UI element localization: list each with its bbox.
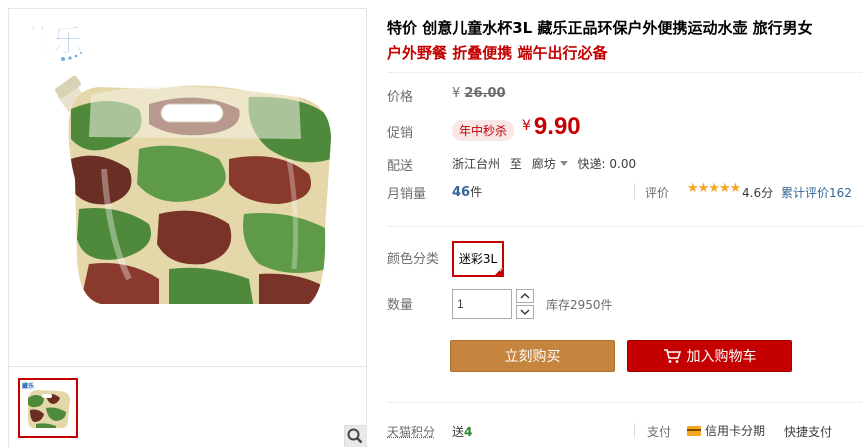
rating-score: 4.6分	[742, 184, 773, 201]
quantity-increase-button[interactable]	[516, 289, 534, 303]
quantity-input[interactable]	[452, 289, 512, 319]
buy-now-label: 立刻购买	[505, 349, 561, 365]
original-price-amount: 26.00	[464, 86, 505, 101]
caret-down-icon	[560, 161, 568, 166]
thumbnail-1[interactable]: 藏乐	[18, 378, 78, 438]
divider	[634, 423, 635, 438]
monthly-sales-unit: 件	[470, 185, 482, 199]
color-category-label: 颜色分类	[387, 248, 439, 267]
promo-price-amount: 9.90	[534, 113, 581, 140]
add-to-cart-button[interactable]: 加入购物车	[627, 340, 792, 372]
product-subtitle: 户外野餐 折叠便携 端午出行必备	[387, 42, 607, 63]
tmall-points-value: 4	[464, 425, 472, 439]
shipping-label: 配送	[387, 155, 413, 174]
product-gallery: 藏乐 藏乐	[8, 8, 367, 447]
product-title: 特价 创意儿童水杯3L 藏乐正品环保户外便携运动水壶 旅行男女	[387, 17, 813, 38]
credit-card-icon	[687, 426, 701, 436]
cart-icon	[663, 348, 681, 364]
divider	[634, 183, 635, 199]
shipping-fee: 快递: 0.00	[578, 157, 637, 171]
promo-badge: 年中秒杀	[452, 120, 514, 141]
credit-card-installment-link[interactable]: 信用卡分期	[687, 422, 765, 439]
monthly-sales-label: 月销量	[387, 183, 426, 202]
divider	[387, 226, 862, 227]
divider	[387, 72, 862, 73]
check-icon	[493, 266, 504, 277]
brand-logo-text: 藏乐	[23, 24, 83, 59]
rating-label: 评价	[645, 184, 669, 201]
price-label: 价格	[387, 86, 413, 105]
shipping-destination-select[interactable]: 廊坊	[532, 157, 574, 171]
thumbnail-image: 藏乐	[20, 380, 76, 436]
promo-price: ¥9.90	[522, 113, 581, 141]
chevron-down-icon	[520, 308, 530, 316]
shipping-destination: 廊坊	[532, 157, 556, 171]
buy-now-button[interactable]: 立刻购买	[450, 340, 615, 372]
thumbnail-logo-text: 藏乐	[21, 382, 34, 390]
promo-price-currency: ¥	[522, 118, 531, 134]
quantity-label: 数量	[387, 294, 413, 313]
shipping-info: 浙江台州 至 廊坊 快递: 0.00	[452, 155, 636, 172]
monthly-sales-count: 46	[452, 185, 470, 200]
brand-logo: 藏乐	[17, 15, 97, 67]
monthly-sales: 46件	[452, 183, 482, 200]
product-detail-panel: 特价 创意儿童水杯3L 藏乐正品环保户外便携运动水壶 旅行男女 户外野餐 折叠便…	[387, 0, 862, 447]
quick-pay-link[interactable]: 快捷支付	[784, 423, 832, 440]
sku-option-camo-3l[interactable]: 迷彩3L	[452, 241, 504, 277]
shipping-from: 浙江台州	[452, 157, 500, 171]
original-price-currency: ¥	[452, 86, 460, 101]
stock-count: 库存2950件	[546, 296, 613, 313]
tmall-points-label[interactable]: 天猫积分	[387, 423, 435, 440]
review-total-link[interactable]: 累计评价162	[781, 184, 852, 201]
original-price: ¥ 26.00	[452, 86, 506, 101]
promo-label: 促销	[387, 122, 413, 141]
payment-label: 支付	[647, 423, 671, 440]
chevron-up-icon	[520, 292, 530, 300]
quantity-decrease-button[interactable]	[516, 305, 534, 319]
sku-option-label: 迷彩3L	[459, 252, 497, 266]
tmall-points: 送4	[452, 423, 472, 440]
divider	[387, 402, 862, 403]
thumbnail-strip: 藏乐	[9, 366, 366, 447]
credit-card-installment-label: 信用卡分期	[705, 424, 765, 438]
shipping-to-word: 至	[510, 157, 522, 171]
tmall-points-prefix: 送	[452, 425, 464, 439]
add-to-cart-label: 加入购物车	[687, 349, 757, 365]
rating-stars: ★★★★★	[687, 181, 740, 196]
